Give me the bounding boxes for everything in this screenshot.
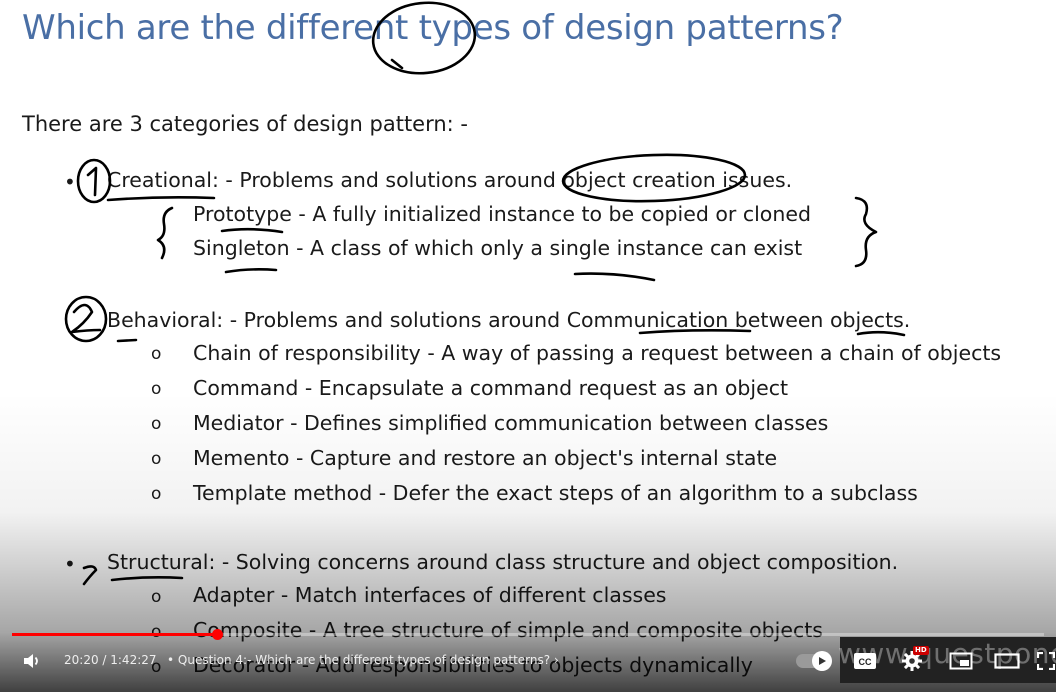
list-item: Memento - Capture and restore an object'…: [193, 446, 778, 470]
sub-bullet-marker: o: [151, 484, 162, 504]
annotation-underline: [856, 330, 906, 337]
list-item: Singleton - A class of which only a sing…: [193, 236, 803, 260]
annotation-number-two: [64, 295, 108, 343]
annotation-tick: [390, 58, 404, 70]
miniplayer-icon[interactable]: [945, 642, 977, 680]
chevron-right-icon: ›: [553, 653, 559, 667]
captions-icon[interactable]: CC: [850, 642, 880, 680]
play-icon: [812, 651, 832, 671]
annotation-underline: [106, 196, 216, 202]
annotation-underline: [220, 227, 284, 234]
list-item: Composite - A tree structure of simple a…: [193, 618, 823, 642]
list-item: Adapter - Match interfaces of different …: [193, 583, 667, 607]
player-controls: 20:20 / 1:42:27 • Question 4:- Which are…: [0, 642, 1056, 680]
theater-mode-icon[interactable]: [990, 642, 1024, 680]
annotation-brace-left: [156, 206, 174, 260]
annotation-underline: [573, 272, 656, 282]
progress-bar[interactable]: [12, 629, 1044, 640]
annotation-number-one: [76, 158, 112, 204]
list-item: Prototype - A fully initialized instance…: [193, 202, 811, 226]
category-creational: Creational: - Problems and solutions aro…: [107, 168, 793, 192]
bullet-marker: •: [64, 170, 76, 194]
sub-bullet-marker: o: [151, 449, 162, 469]
autoplay-toggle-icon[interactable]: [796, 651, 832, 671]
hd-badge: HD: [913, 646, 929, 655]
sub-bullet-marker: o: [151, 587, 162, 607]
svg-text:CC: CC: [859, 657, 872, 667]
category-structural: Structural: - Solving concerns around cl…: [107, 550, 899, 574]
progress-played: [12, 633, 217, 636]
fullscreen-icon[interactable]: [1036, 642, 1056, 680]
category-behavioral: Behavioral: - Problems and solutions aro…: [107, 308, 911, 332]
list-item: Chain of responsibility - A way of passi…: [193, 341, 1002, 365]
sub-bullet-marker: o: [151, 344, 162, 364]
intro-text: There are 3 categories of design pattern…: [22, 112, 468, 136]
volume-icon[interactable]: [18, 642, 46, 680]
list-item: Mediator - Defines simplified communicat…: [193, 411, 829, 435]
slide-title: Which are the different types of design …: [22, 8, 844, 48]
annotation-underline: [224, 268, 278, 274]
chapter-title: Question 4:- Which are the different typ…: [177, 653, 551, 667]
annotation-underline: [110, 576, 184, 582]
list-item: Command - Encapsulate a command request …: [193, 376, 789, 400]
list-item: Template method - Defer the exact steps …: [193, 481, 918, 505]
chapter-title-button[interactable]: • Question 4:- Which are the different t…: [167, 653, 559, 667]
chapter-separator: •: [167, 653, 175, 667]
slide: Which are the different types of design …: [0, 0, 1056, 692]
bullet-marker: •: [64, 552, 76, 576]
sub-bullet-marker: o: [151, 379, 162, 399]
progress-scrubber-handle[interactable]: [211, 629, 223, 640]
sub-bullet-marker: o: [151, 622, 162, 642]
time-display: 20:20 / 1:42:27: [64, 653, 157, 667]
annotation-number-three: [82, 565, 98, 586]
gear-icon[interactable]: HD: [896, 642, 929, 680]
annotation-brace-right: [854, 196, 878, 268]
sub-bullet-marker: o: [151, 414, 162, 434]
